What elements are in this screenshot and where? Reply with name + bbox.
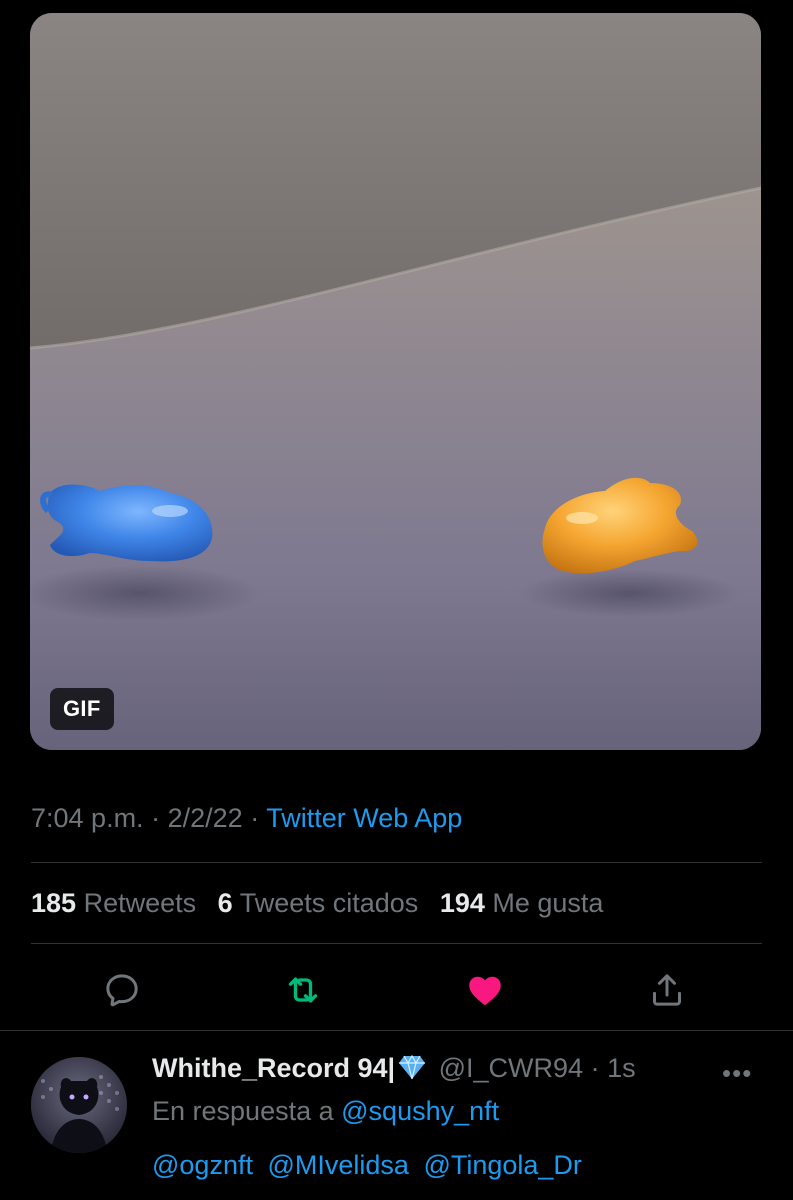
reply-separator: · [590,1053,600,1083]
mention-link[interactable]: @Tingola_Dr [423,1150,581,1180]
likes-label: Me gusta [492,888,604,918]
reply-icon [106,974,138,1007]
reply-handle[interactable]: @I_CWR94 [439,1053,583,1083]
gif-frame-image [30,13,761,750]
reply-button[interactable] [100,968,144,1012]
diamond-icon [397,1053,427,1088]
mention-link[interactable]: @ogznft [152,1150,253,1180]
replying-to-line: En respuesta a @squshy_nft [152,1096,499,1127]
meta-separator-2: · [250,803,260,833]
tweet-time[interactable]: 7:04 p.m. [31,803,144,833]
share-icon [653,974,681,1006]
retweet-button[interactable] [281,968,325,1012]
more-icon[interactable]: ••• [722,1058,752,1089]
replying-prefix: En respuesta a [152,1096,334,1126]
reply-display-name[interactable]: Whithe_Record 94| [152,1053,395,1083]
tweet-timestamp-line: 7:04 p.m. · 2/2/22 · Twitter Web App [31,803,462,834]
retweets-count: 185 [31,888,77,918]
tweet-date[interactable]: 2/2/22 [168,803,243,833]
quotes-stat[interactable]: 6 Tweets citados [218,888,419,918]
retweets-stat[interactable]: 185 Retweets [31,888,196,918]
reply-header: Whithe_Record 94| @I_CWR94 · 1s [152,1053,636,1088]
likes-count: 194 [439,888,485,918]
retweets-label: Retweets [83,888,197,918]
reply-time[interactable]: 1s [607,1053,636,1083]
avatar[interactable] [31,1057,127,1153]
divider [0,1030,793,1031]
share-button[interactable] [645,968,689,1012]
divider [31,862,762,863]
gif-badge: GIF [50,688,114,730]
likes-stat[interactable]: 194 Me gusta [440,888,604,918]
tweet-stats: 185 Retweets 6 Tweets citados 194 Me gus… [31,888,603,919]
quotes-count: 6 [217,888,233,918]
quotes-label: Tweets citados [239,888,419,918]
meta-separator: · [151,803,161,833]
tweet-media-gif[interactable]: GIF [30,13,761,750]
mention-link[interactable]: @MIvelidsa [267,1150,408,1180]
avatar-image [31,1057,127,1153]
heart-icon [469,976,501,1005]
reply-mentions: @ogznft @MIvelidsa @Tingola_Dr [152,1150,582,1181]
retweet-icon [288,977,318,1003]
replying-to-link[interactable]: @squshy_nft [341,1096,499,1126]
tweet-source-link[interactable]: Twitter Web App [266,803,462,833]
like-button[interactable] [463,968,507,1012]
divider [31,943,762,944]
